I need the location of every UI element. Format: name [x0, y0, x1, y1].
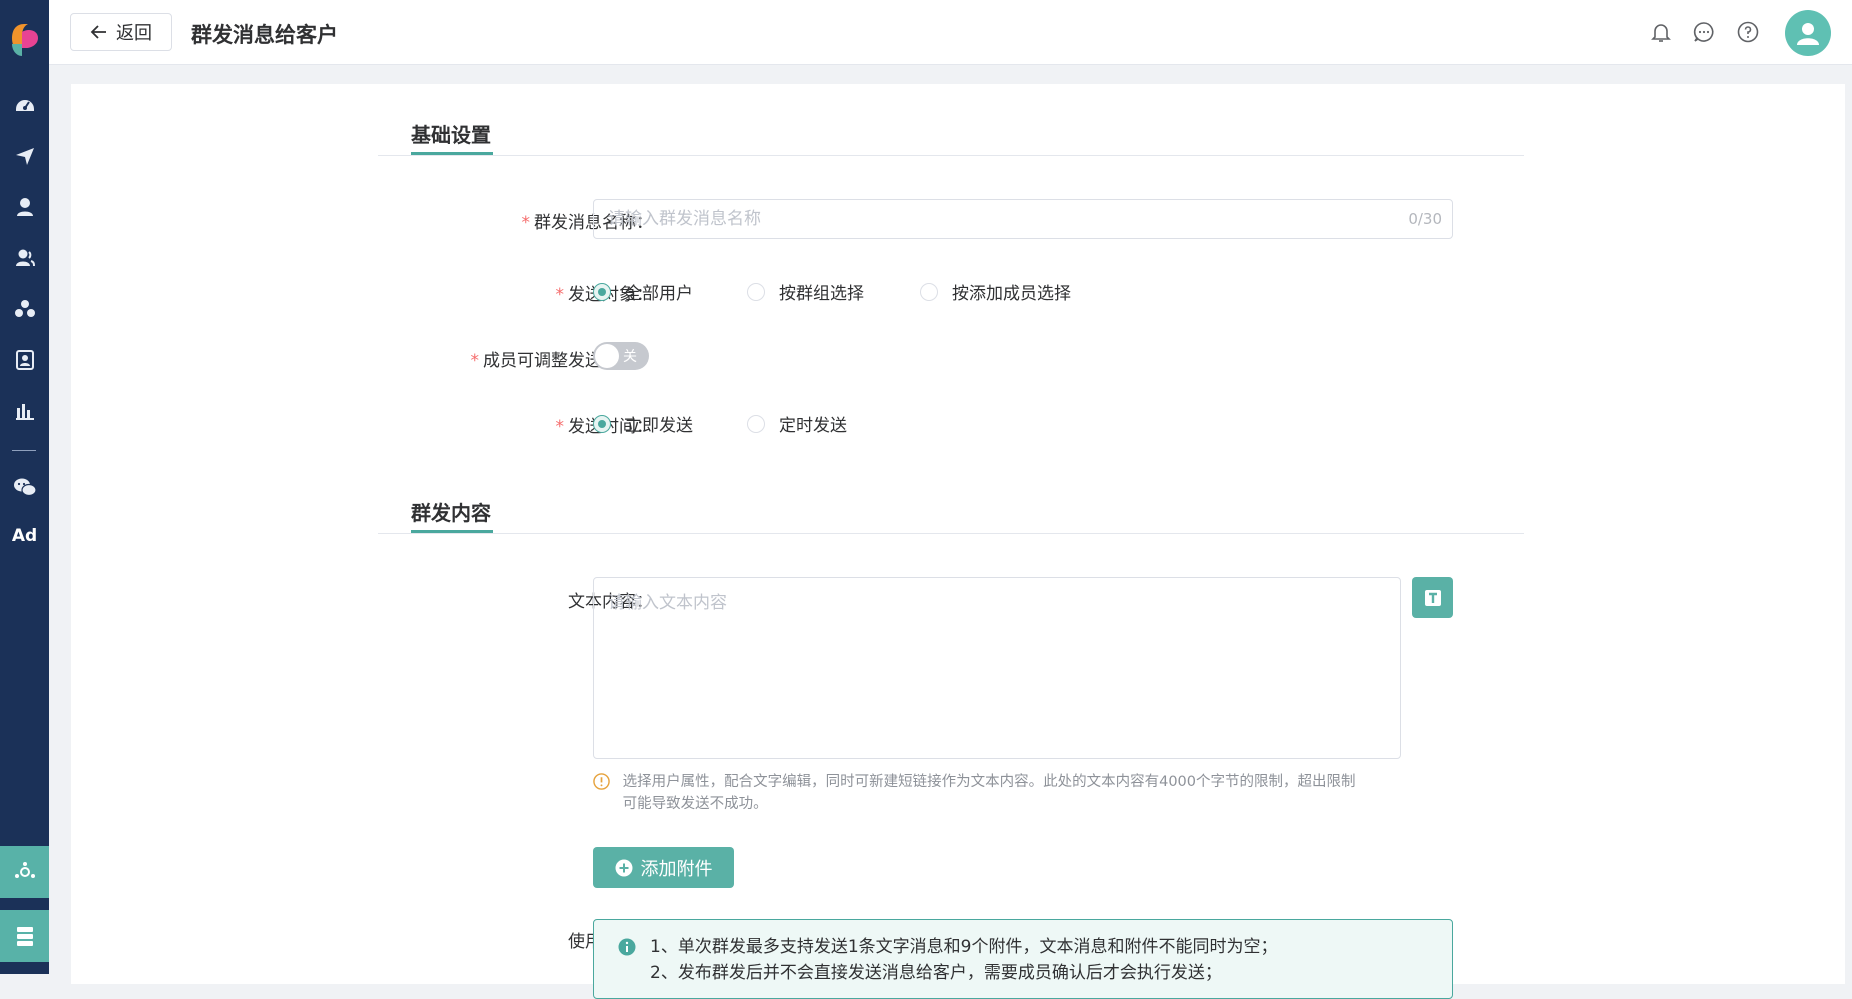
- radio-scheduled[interactable]: 定时发送: [747, 411, 847, 436]
- back-label: 返回: [116, 23, 152, 44]
- help-icon[interactable]: [1736, 20, 1760, 44]
- chat-icon[interactable]: [1692, 20, 1716, 44]
- wechat-icon[interactable]: [12, 474, 38, 500]
- message-name-input[interactable]: 请输入群发消息名称 0/30: [593, 199, 1453, 239]
- hint-line-1: 选择用户属性，配合文字编辑，同时可新建短链接作为文本内容。此处的文本内容有400…: [622, 774, 1356, 790]
- radio-dot: [747, 282, 765, 301]
- sidebar: Ad: [0, 0, 49, 974]
- usage-info-box: 1、单次群发最多支持发送1条文字消息和9个附件，文本消息和附件不能同时为空； 2…: [593, 919, 1453, 999]
- ad-icon[interactable]: Ad: [0, 526, 49, 546]
- usage-line-1: 1、单次群发最多支持发送1条文字消息和9个附件，文本消息和附件不能同时为空；: [618, 934, 1452, 960]
- plus-circle-icon: [615, 859, 632, 876]
- page-title: 群发消息给客户: [191, 23, 338, 47]
- add-attachment-button[interactable]: 添加附件: [593, 847, 734, 888]
- user-avatar[interactable]: [1785, 10, 1831, 56]
- user-icon[interactable]: [12, 194, 38, 220]
- text-content-textarea[interactable]: 请输入文本内容: [593, 577, 1401, 759]
- app-logo-icon[interactable]: [10, 22, 40, 58]
- radio-dot: [920, 282, 938, 301]
- info-icon: [618, 938, 636, 956]
- required-asterisk: *: [521, 213, 531, 233]
- text-content-hint: 选择用户属性，配合文字编辑，同时可新建短链接作为文本内容。此处的文本内容有400…: [593, 771, 1423, 815]
- radio-by-member[interactable]: 按添加成员选择: [920, 279, 1071, 304]
- share-network-icon[interactable]: [0, 846, 49, 898]
- content-card: 基础设置 * 群发消息名称： 请输入群发消息名称 0/30 * 发送对象： 全部用户…: [71, 84, 1845, 999]
- avatar-user-icon: [1797, 23, 1819, 45]
- server-icon[interactable]: [0, 910, 49, 962]
- scope-toggle-switch[interactable]: 关: [593, 342, 649, 370]
- radio-send-now[interactable]: 立即发送: [593, 411, 693, 436]
- bar-chart-icon[interactable]: [12, 398, 38, 424]
- back-button[interactable]: 返回: [70, 13, 172, 51]
- text-format-icon: [1424, 589, 1441, 606]
- bell-icon[interactable]: [1649, 20, 1673, 44]
- top-header: 返回 群发消息给客户: [49, 0, 1852, 65]
- radio-dot: [747, 414, 765, 433]
- section-rule-basic: [378, 155, 1524, 156]
- contact-card-icon[interactable]: [12, 347, 38, 373]
- send-icon[interactable]: [12, 143, 38, 169]
- section-title-basic: 基础设置: [411, 123, 491, 147]
- section-title-content: 群发内容: [411, 501, 491, 525]
- warning-circle-icon: [593, 773, 610, 790]
- insert-text-button[interactable]: [1412, 577, 1453, 618]
- arrow-left-icon: [90, 25, 106, 39]
- radio-by-group[interactable]: 按群组选择: [747, 279, 864, 304]
- radio-dot: [593, 282, 611, 301]
- sidebar-divider: [12, 450, 36, 451]
- text-content-placeholder: 请输入文本内容: [608, 593, 727, 613]
- hint-line-2: 可能导致发送不成功。: [622, 796, 768, 812]
- dashboard-icon[interactable]: [12, 92, 38, 118]
- radio-dot: [593, 414, 611, 433]
- section-rule-content: [378, 533, 1524, 534]
- customer-group-icon[interactable]: [12, 245, 38, 271]
- message-name-placeholder: 请输入群发消息名称: [608, 209, 761, 229]
- org-icon[interactable]: [12, 296, 38, 322]
- switch-text: 关: [623, 349, 637, 365]
- radio-all-users[interactable]: 全部用户: [593, 279, 693, 304]
- switch-knob: [595, 344, 619, 368]
- usage-line-2: 2、发布群发后并不会直接发送消息给客户，需要成员确认后才会执行发送；: [650, 963, 1222, 983]
- char-counter: 0/30: [1408, 210, 1442, 228]
